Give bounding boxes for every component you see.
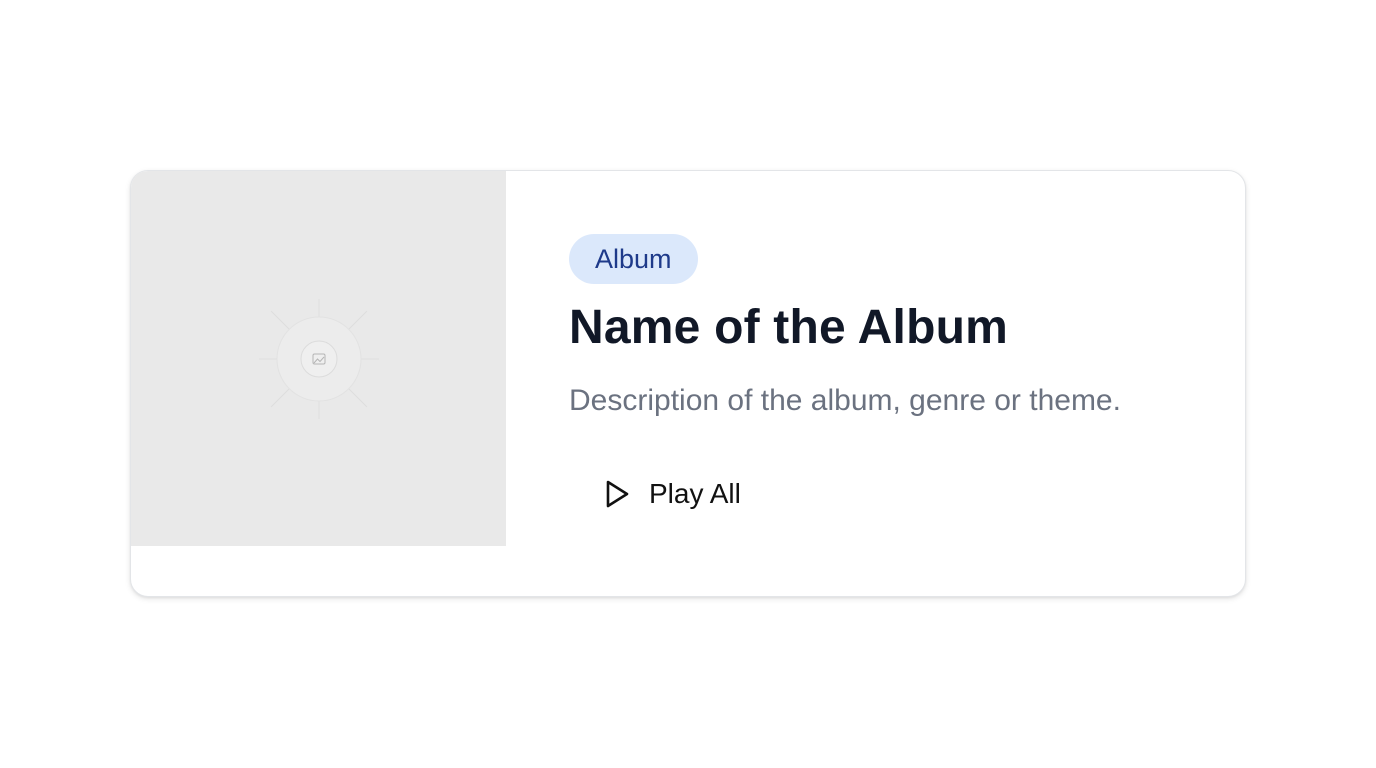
album-description: Description of the album, genre or theme… (569, 384, 1121, 418)
play-icon (603, 479, 631, 509)
image-placeholder-icon (259, 299, 379, 419)
album-card: Album Name of the Album Description of t… (130, 170, 1246, 597)
play-all-button[interactable]: Play All (597, 468, 747, 520)
album-title: Name of the Album (569, 301, 1008, 354)
play-all-label: Play All (649, 478, 741, 509)
album-cover-placeholder (131, 171, 506, 546)
album-info: Album Name of the Album Description of t… (569, 234, 1215, 419)
album-type-badge: Album (569, 234, 698, 284)
